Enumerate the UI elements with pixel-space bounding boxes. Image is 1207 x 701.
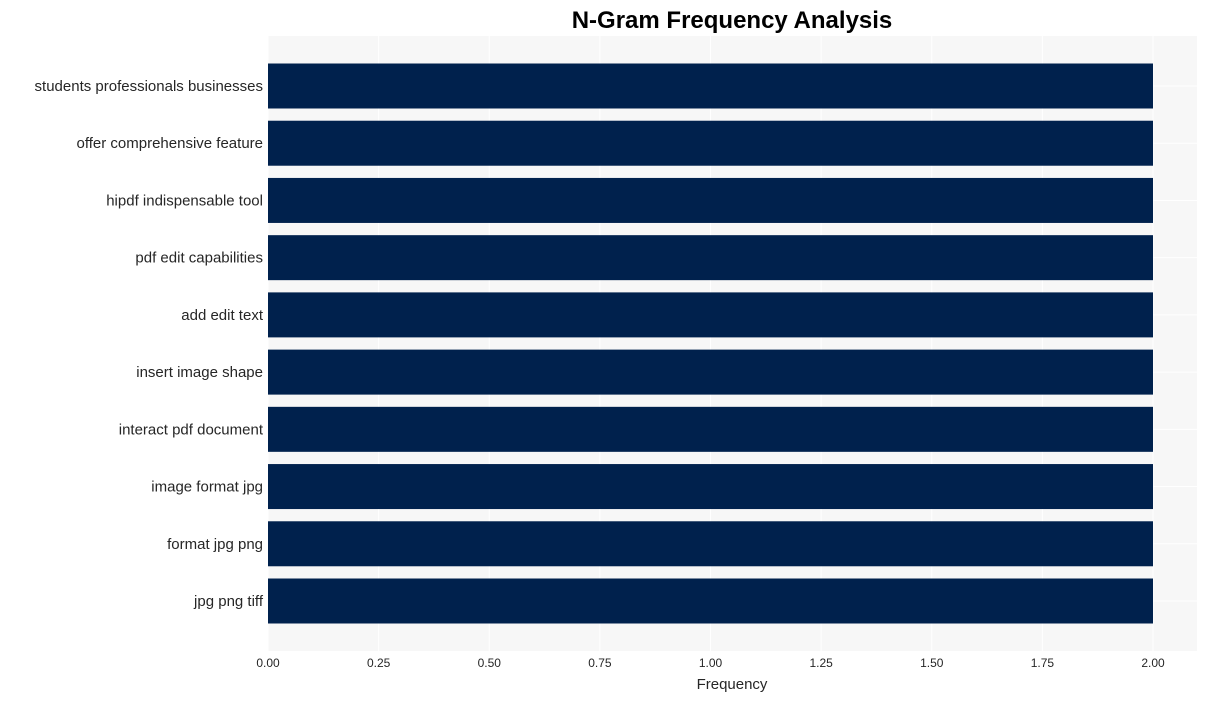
x-tick-label: 0.25 xyxy=(367,656,391,670)
y-tick-label: jpg png tiff xyxy=(193,593,264,610)
y-tick-label: interact pdf document xyxy=(119,421,264,438)
x-tick-label: 1.75 xyxy=(1031,656,1055,670)
bar xyxy=(268,63,1153,109)
x-tick-label: 1.00 xyxy=(699,656,723,670)
x-tick-label: 1.25 xyxy=(809,656,833,670)
x-tick-label: 0.50 xyxy=(478,656,502,670)
y-tick-label: students professionals businesses xyxy=(35,78,263,95)
bar xyxy=(268,578,1153,624)
y-tick-label: add edit text xyxy=(181,307,264,324)
y-tick-labels: students professionals businesses offer c… xyxy=(35,78,264,610)
chart-title: N-Gram Frequency Analysis xyxy=(572,7,893,34)
y-tick-label: insert image shape xyxy=(136,364,263,381)
x-tick-label: 2.00 xyxy=(1141,656,1165,670)
bar xyxy=(268,521,1153,567)
y-tick-label: image format jpg xyxy=(151,479,263,496)
x-tick-label: 0.00 xyxy=(256,656,280,670)
x-axis-label: Frequency xyxy=(697,676,768,693)
bar xyxy=(268,177,1153,223)
x-tick-labels: 0.00 0.25 0.50 0.75 1.00 1.25 1.50 1.75 2.00 xyxy=(256,656,1165,670)
y-tick-label: pdf edit capabilities xyxy=(135,250,263,267)
chart: N-Gram Frequency Analysis students profe… xyxy=(35,7,1197,693)
x-tick-label: 0.75 xyxy=(588,656,612,670)
y-tick-label: hipdf indispensable tool xyxy=(106,192,263,209)
bar xyxy=(268,406,1153,452)
y-tick-label: offer comprehensive feature xyxy=(77,135,264,152)
x-tick-label: 1.50 xyxy=(920,656,944,670)
bar xyxy=(268,120,1153,166)
bar xyxy=(268,235,1153,281)
y-tick-label: format jpg png xyxy=(167,536,263,553)
bar xyxy=(268,292,1153,338)
bar xyxy=(268,349,1153,395)
bar xyxy=(268,464,1153,510)
